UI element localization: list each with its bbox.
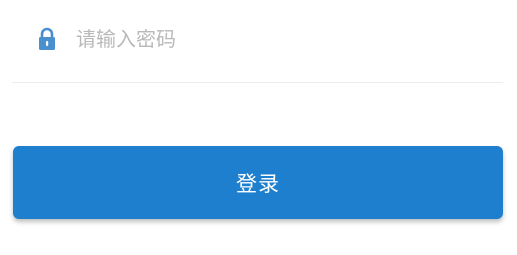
password-field-row [12, 0, 503, 83]
password-input[interactable] [76, 22, 476, 56]
login-button[interactable]: 登录 [13, 146, 503, 219]
login-form: 登录 [0, 0, 517, 255]
lock-icon [38, 27, 56, 51]
